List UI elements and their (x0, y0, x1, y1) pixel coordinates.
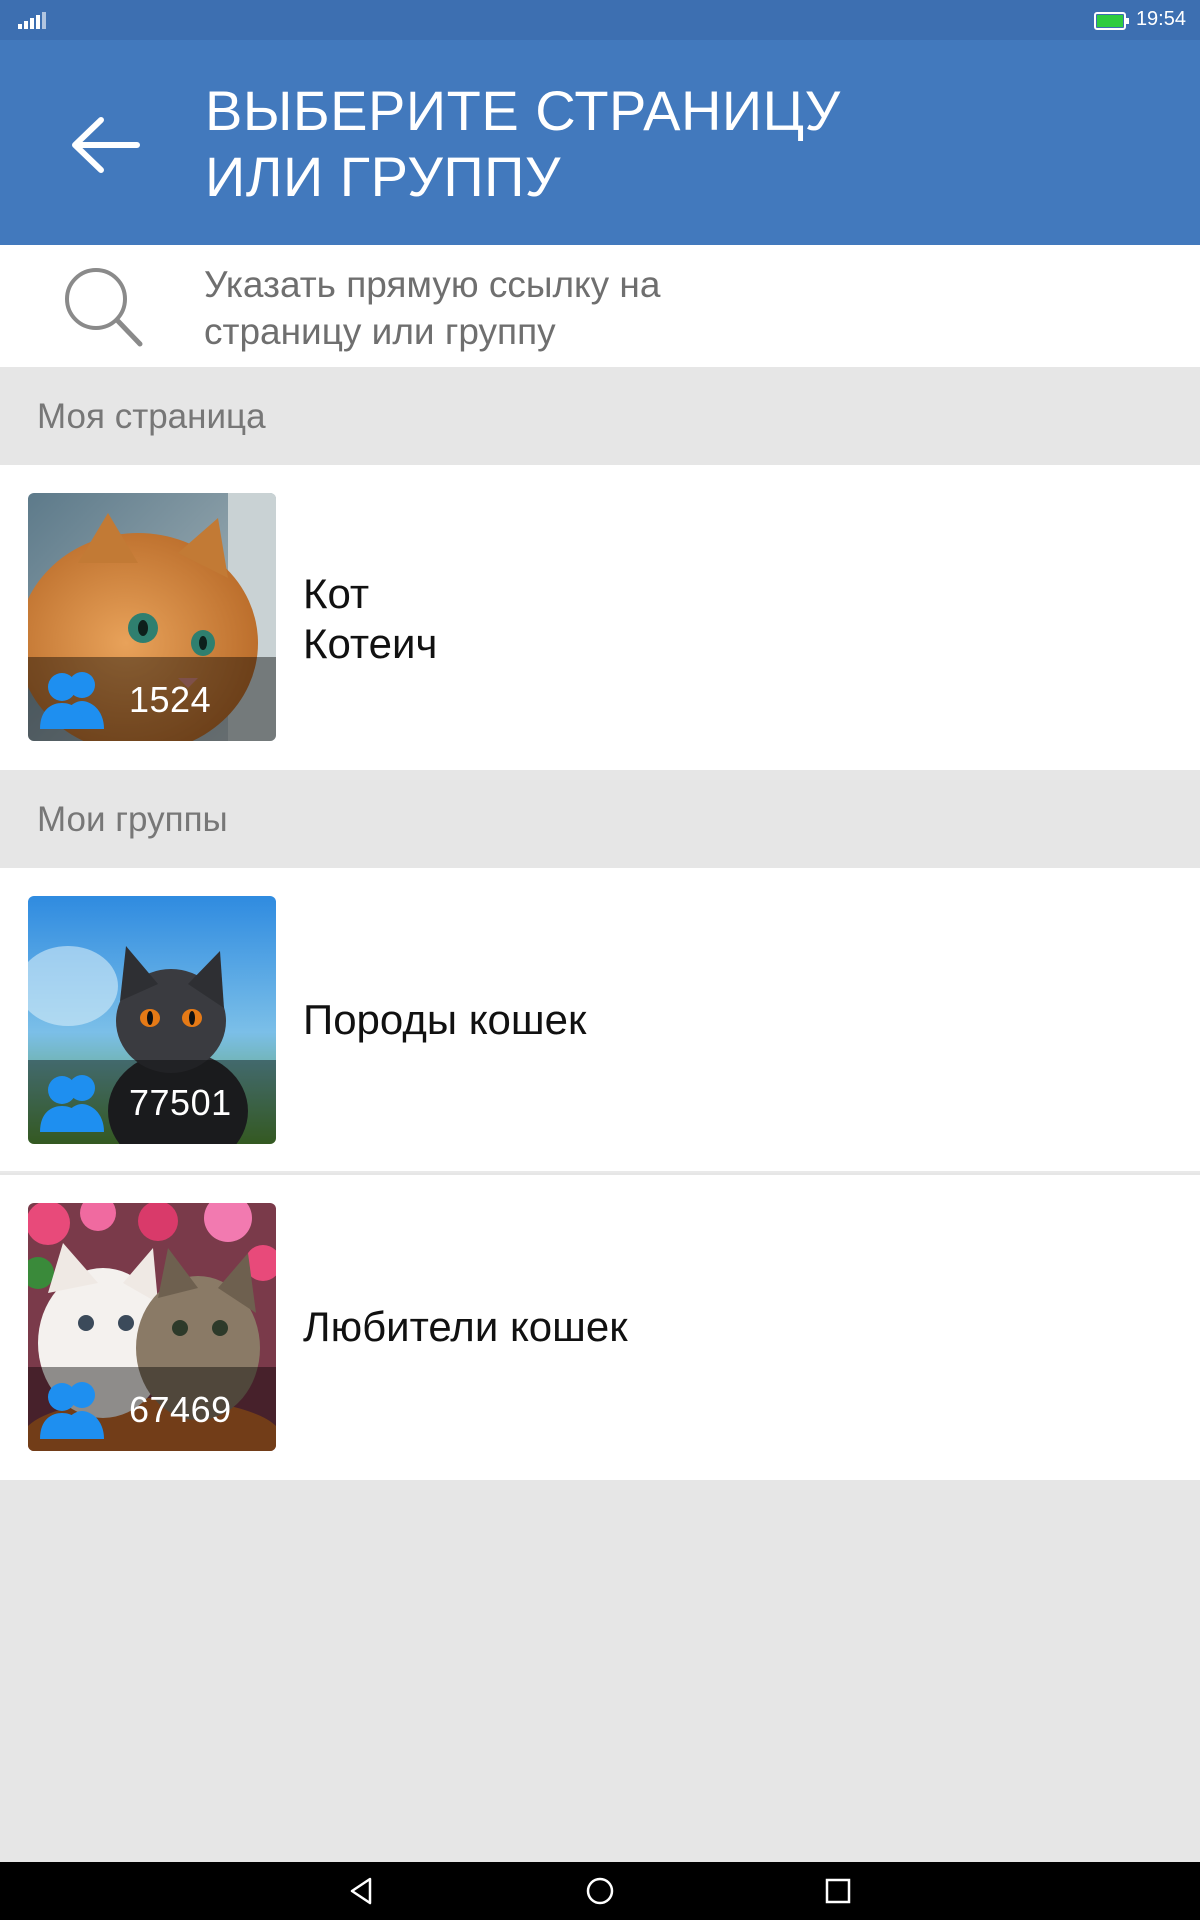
direct-link-search-row[interactable]: Указать прямую ссылку на страницу или гр… (0, 245, 1200, 367)
search-hint-line-2: страницу или группу (204, 311, 556, 352)
followers-count: 1524 (129, 679, 212, 720)
section-header-my-page: Моя страница (0, 367, 1200, 465)
users-icon (40, 1075, 104, 1132)
section-header-my-groups: Мои группы (0, 770, 1200, 868)
item-name: Кот Котеич (303, 569, 437, 669)
avatar: 1524 (28, 493, 276, 741)
nav-back-icon[interactable] (346, 1875, 378, 1907)
users-icon (40, 672, 104, 729)
item-name-line-1: Кот (303, 570, 370, 617)
arrow-left-icon (72, 117, 140, 173)
item-name: Любители кошек (303, 1303, 628, 1350)
avatar: 67469 (28, 1203, 276, 1451)
followers-count: 77501 (129, 1082, 232, 1123)
title-line-1: ВЫБЕРИТЕ СТРАНИЦУ (205, 79, 841, 142)
battery-icon (1094, 12, 1129, 30)
system-nav-bar (0, 1862, 1200, 1920)
clock: 19:54 (1135, 8, 1186, 30)
list-item-my-page[interactable]: 1524 Кот Котеич (0, 465, 1200, 770)
nav-recents-icon[interactable] (822, 1875, 854, 1907)
search-hint: Указать прямую ссылку на страницу или гр… (204, 261, 904, 355)
avatar: 77501 (28, 896, 276, 1144)
page-title: ВЫБЕРИТЕ СТРАНИЦУ ИЛИ ГРУППУ (205, 78, 1105, 210)
list-item-group[interactable]: 77501 Породы кошек (0, 868, 1200, 1173)
section-title: Мои группы (37, 800, 228, 839)
item-name: Породы кошек (303, 996, 587, 1043)
back-button[interactable] (60, 100, 150, 190)
search-icon (65, 268, 143, 347)
signal-icon (18, 12, 46, 29)
users-icon (40, 1382, 104, 1439)
status-bar: 19:54 (0, 0, 1200, 40)
nav-home-icon[interactable] (584, 1875, 616, 1907)
search-hint-line-1: Указать прямую ссылку на (204, 264, 661, 305)
title-line-2: ИЛИ ГРУППУ (205, 145, 561, 208)
followers-count: 67469 (129, 1389, 232, 1430)
app-bar: ВЫБЕРИТЕ СТРАНИЦУ ИЛИ ГРУППУ (0, 40, 1200, 245)
item-name-line-2: Котеич (303, 620, 438, 667)
list-item-group[interactable]: 67469 Любители кошек (0, 1175, 1200, 1480)
section-title: Моя страница (37, 397, 266, 436)
